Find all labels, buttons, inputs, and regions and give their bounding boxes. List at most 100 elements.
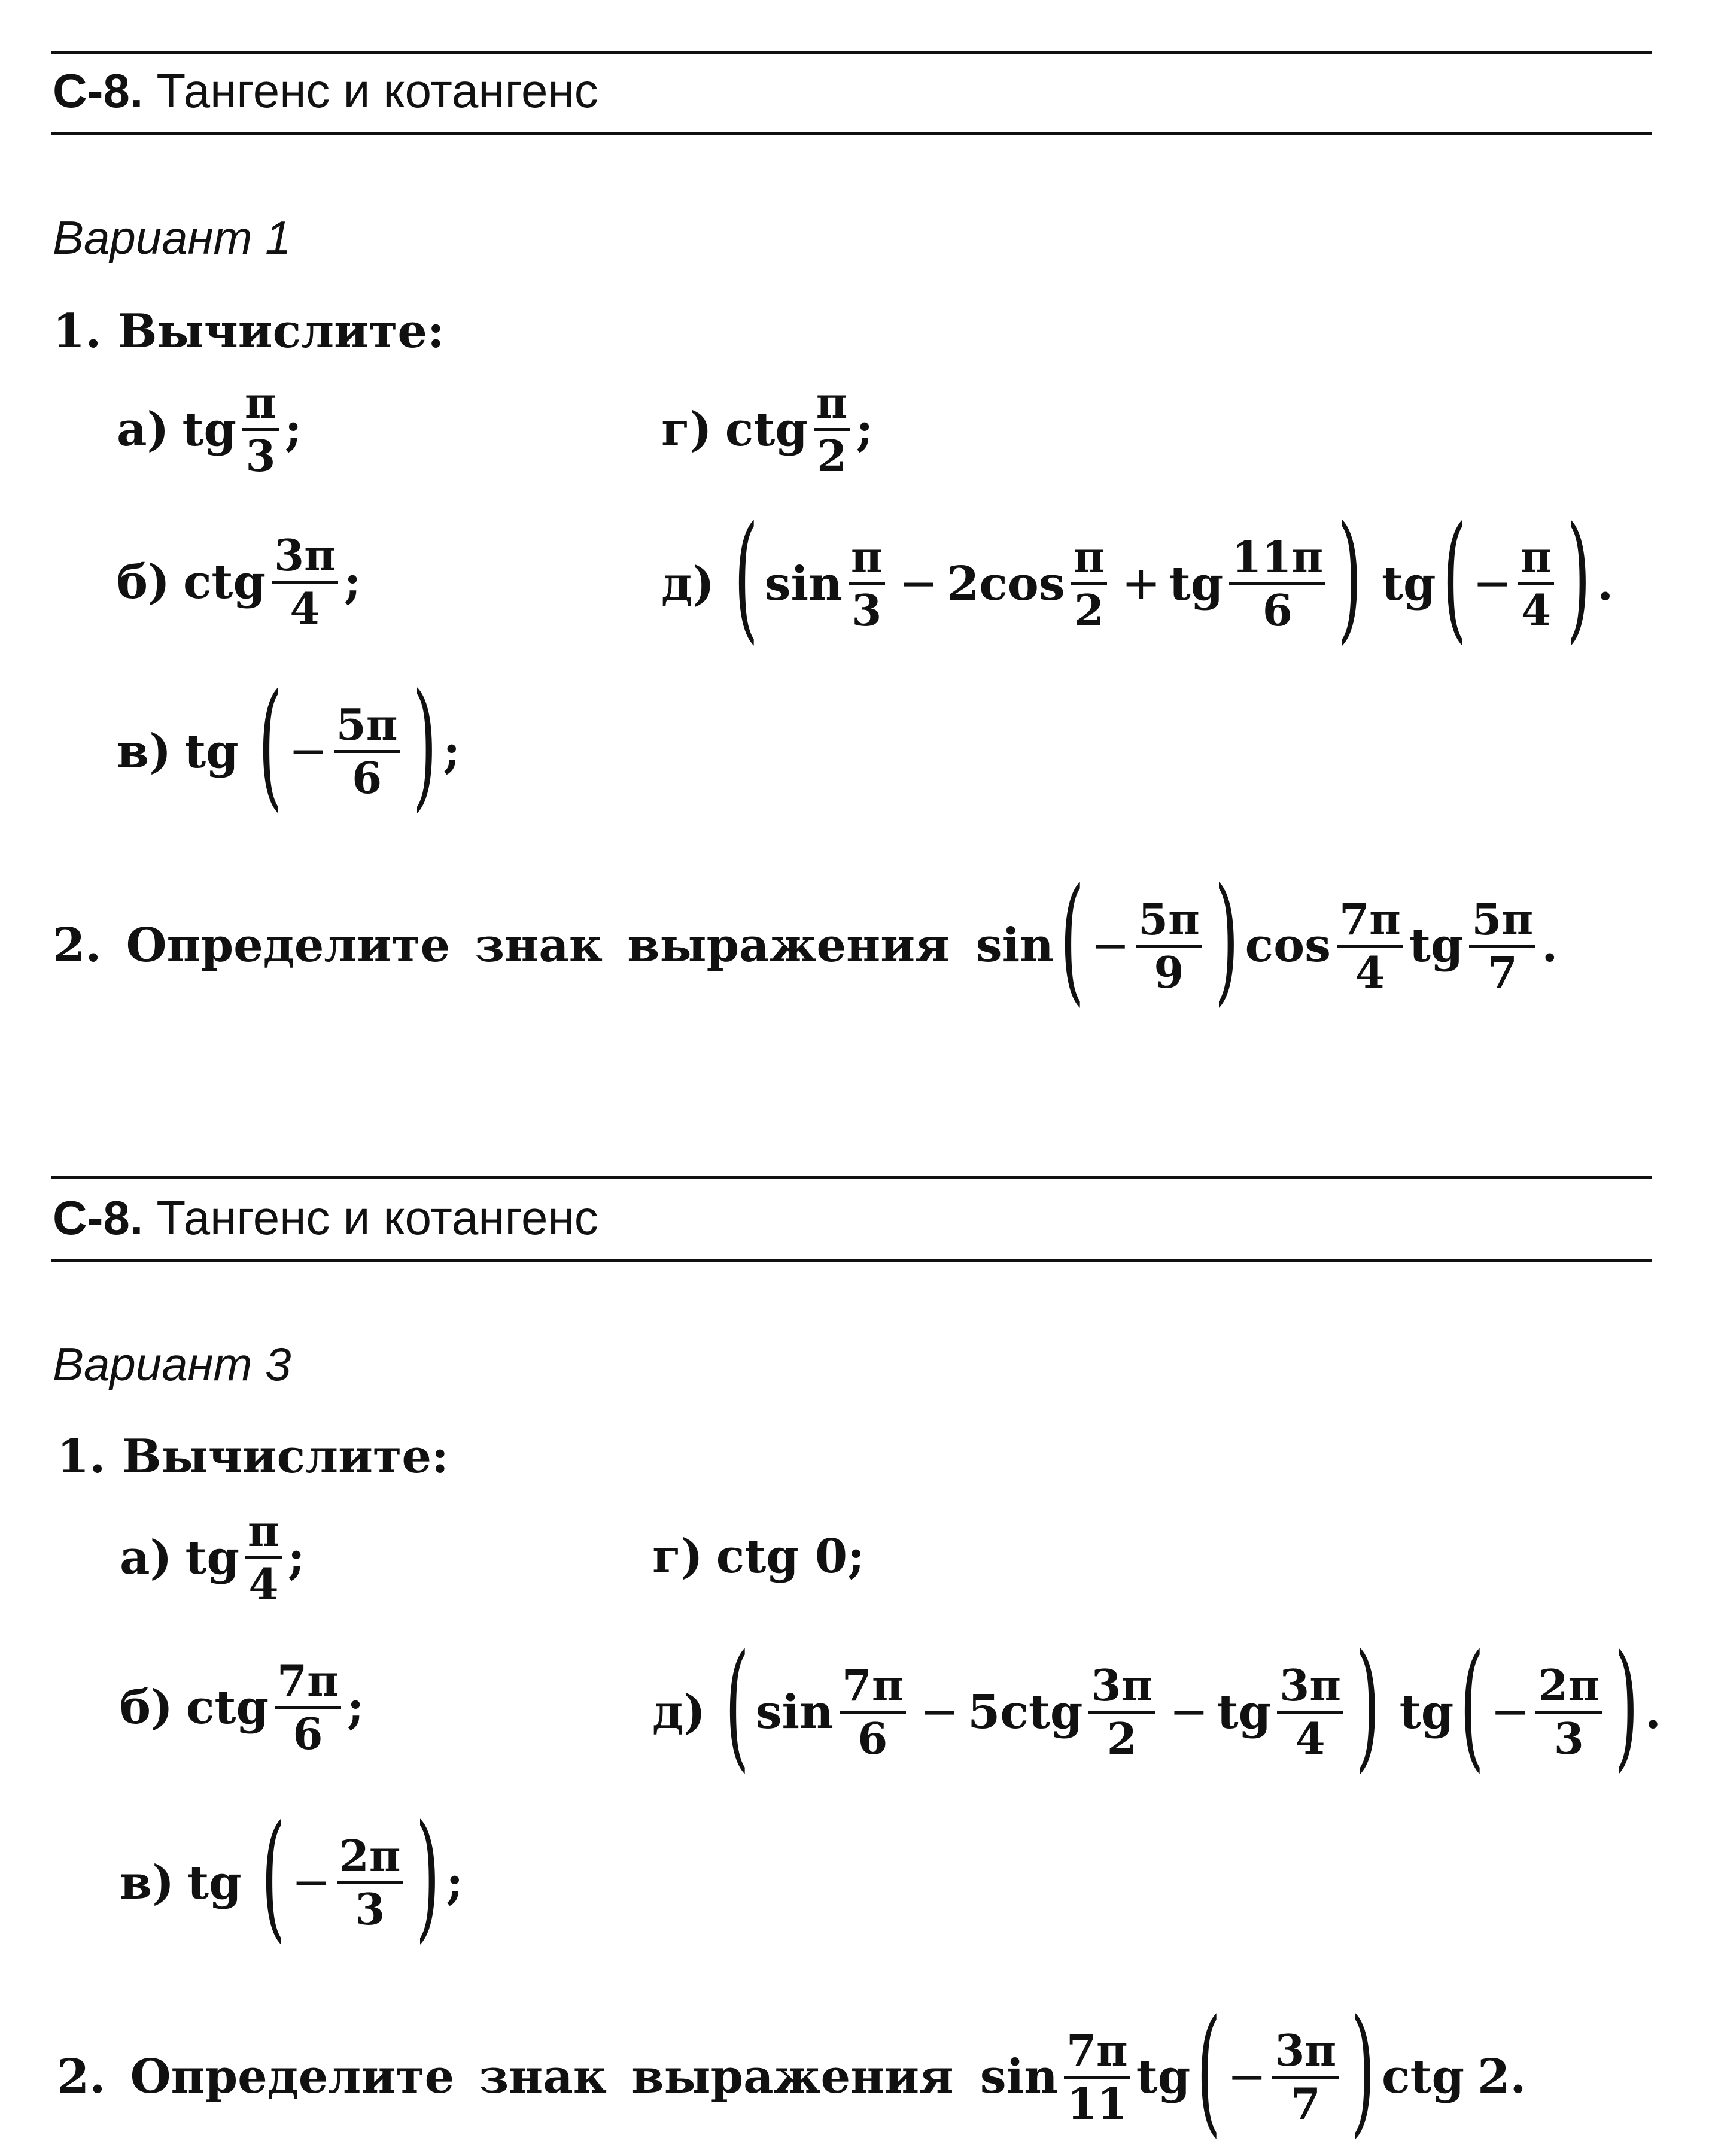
task-1-item-a: а) tg π3 ; [117, 380, 302, 478]
operator: + [1121, 557, 1161, 611]
denominator: 9 [1154, 946, 1184, 998]
fraction: π2 [1071, 535, 1108, 633]
fraction: 2π 3 [336, 1833, 403, 1935]
section-heading: С-8. Тангенс и котангенс [53, 1194, 598, 1242]
task-1-item-a: а) tg π4 ; [120, 1508, 305, 1607]
task-1-item-b: б) ctg 3π 4 ; [117, 533, 361, 631]
operator: − [1169, 1685, 1209, 1739]
argument: 2 [1477, 2049, 1510, 2104]
function-name: tg [1409, 918, 1464, 973]
function-name: tg [187, 1855, 242, 1910]
function-name: sin [764, 556, 843, 611]
denominator: 4 [248, 1558, 279, 1610]
fraction: π3 [848, 531, 885, 633]
function-name: ctg [183, 554, 266, 609]
numerator: π [816, 377, 848, 428]
right-paren: ) [1355, 1626, 1380, 1785]
numerator: 5π [1471, 893, 1534, 945]
fraction: π2 [813, 377, 850, 478]
operator: − [899, 557, 938, 611]
minus-sign: − [291, 1856, 331, 1909]
punctuation: . [1541, 918, 1558, 973]
variant-label: Вариант 1 [53, 211, 291, 264]
left-paren: ( [258, 665, 282, 825]
operator: − [920, 1685, 960, 1739]
numerator: 7π [277, 1655, 339, 1706]
task-1-item-g: г) ctg π2 ; [661, 380, 873, 478]
bottom-rule [51, 132, 1652, 135]
right-paren: ) [1351, 1991, 1376, 2151]
section-title: Тангенс и котангенс [156, 1191, 598, 1244]
fraction: 5π 9 [1136, 897, 1202, 995]
function-name: tg [1217, 1684, 1272, 1739]
task-1-label: 1. Вычислите: [57, 1429, 449, 1484]
left-paren: ( [1060, 860, 1085, 1019]
task-2-label: 2. Определите знак выражения [57, 2049, 954, 2104]
item-letter: а) [120, 1530, 172, 1585]
item-letter: д) [661, 556, 714, 611]
numerator: 3π [274, 530, 336, 581]
denominator: 4 [1355, 946, 1385, 998]
right-paren: ) [415, 1796, 440, 1956]
left-paren: ( [725, 1626, 749, 1785]
punctuation: . [1510, 2049, 1526, 2104]
right-paren: ) [1214, 860, 1239, 1019]
numerator: π [248, 1505, 279, 1556]
task-1-item-d: д) ( sin 7π 6 − 5 ctg 3π 2 − tg 3π 4 ) tg (… [652, 1637, 1661, 1781]
right-paren: ) [1614, 1626, 1639, 1785]
left-paren: ( [1459, 1626, 1485, 1785]
left-paren: ( [734, 497, 758, 657]
denominator: 3 [355, 1883, 385, 1935]
numerator: 3π [1275, 2024, 1337, 2076]
function-name: sin [975, 918, 1054, 973]
numerator: π [1520, 531, 1552, 582]
denominator: 7 [1290, 2078, 1321, 2129]
fraction: 3π 7 [1272, 2028, 1339, 2126]
section-code: С-8. [53, 64, 144, 117]
numerator: π [850, 531, 883, 582]
right-paren: ) [412, 665, 437, 825]
fraction: π4 [245, 1508, 282, 1607]
fraction: 5π 7 [1469, 893, 1536, 998]
denominator: 2 [1106, 1712, 1137, 1764]
item-letter: в) [120, 1855, 175, 1910]
item-letter: б) [117, 554, 170, 609]
denominator: 4 [1521, 584, 1552, 636]
function-name: tg [182, 402, 237, 457]
left-paren: ( [261, 1796, 285, 1956]
expression: ctg 0; [716, 1529, 865, 1584]
denominator: 6 [857, 1712, 888, 1764]
function-name: ctg [186, 1680, 269, 1735]
fraction: 7π 6 [275, 1658, 341, 1756]
minus-sign: − [1090, 919, 1130, 973]
punctuation: ; [343, 554, 361, 609]
item-letter: г) [652, 1529, 703, 1584]
task-1-item-b: б) ctg 7π 6 ; [120, 1658, 364, 1756]
punctuation: ; [284, 402, 302, 457]
numerator: 5π [336, 699, 398, 750]
coefficient: 2 [946, 556, 980, 611]
right-paren: ) [1337, 497, 1363, 657]
denominator: 4 [1295, 1712, 1325, 1764]
function-name: sin [755, 1684, 834, 1739]
numerator: 5π [1138, 893, 1200, 945]
function-name: tg [1136, 2049, 1191, 2104]
fraction: π4 [1518, 535, 1555, 633]
task-1-item-d: д) ( sin π3 − 2 cos π2 + tg 11π 6 ) tg ( … [661, 509, 1613, 652]
numerator: π [1073, 531, 1105, 582]
denominator: 7 [1487, 946, 1518, 998]
minus-sign: − [288, 724, 328, 778]
section-code: С-8. [53, 1191, 144, 1244]
numerator: 11π [1231, 531, 1324, 582]
section-title: Тангенс и котангенс [156, 64, 598, 117]
fraction: 7π 11 [1063, 2028, 1130, 2126]
fraction: 5π 6 [333, 699, 400, 800]
fraction: 2π 3 [1535, 1663, 1602, 1761]
minus-sign: − [1490, 1685, 1530, 1739]
fraction: 3π 4 [1277, 1663, 1343, 1761]
task-1-item-v: в) tg ( − 5π 6 ) ; [117, 676, 460, 820]
fraction: π3 [242, 380, 279, 478]
task-1-item-g: г) ctg 0; [652, 1529, 865, 1584]
top-rule [51, 51, 1652, 54]
function-name: ctg [1381, 2049, 1465, 2104]
